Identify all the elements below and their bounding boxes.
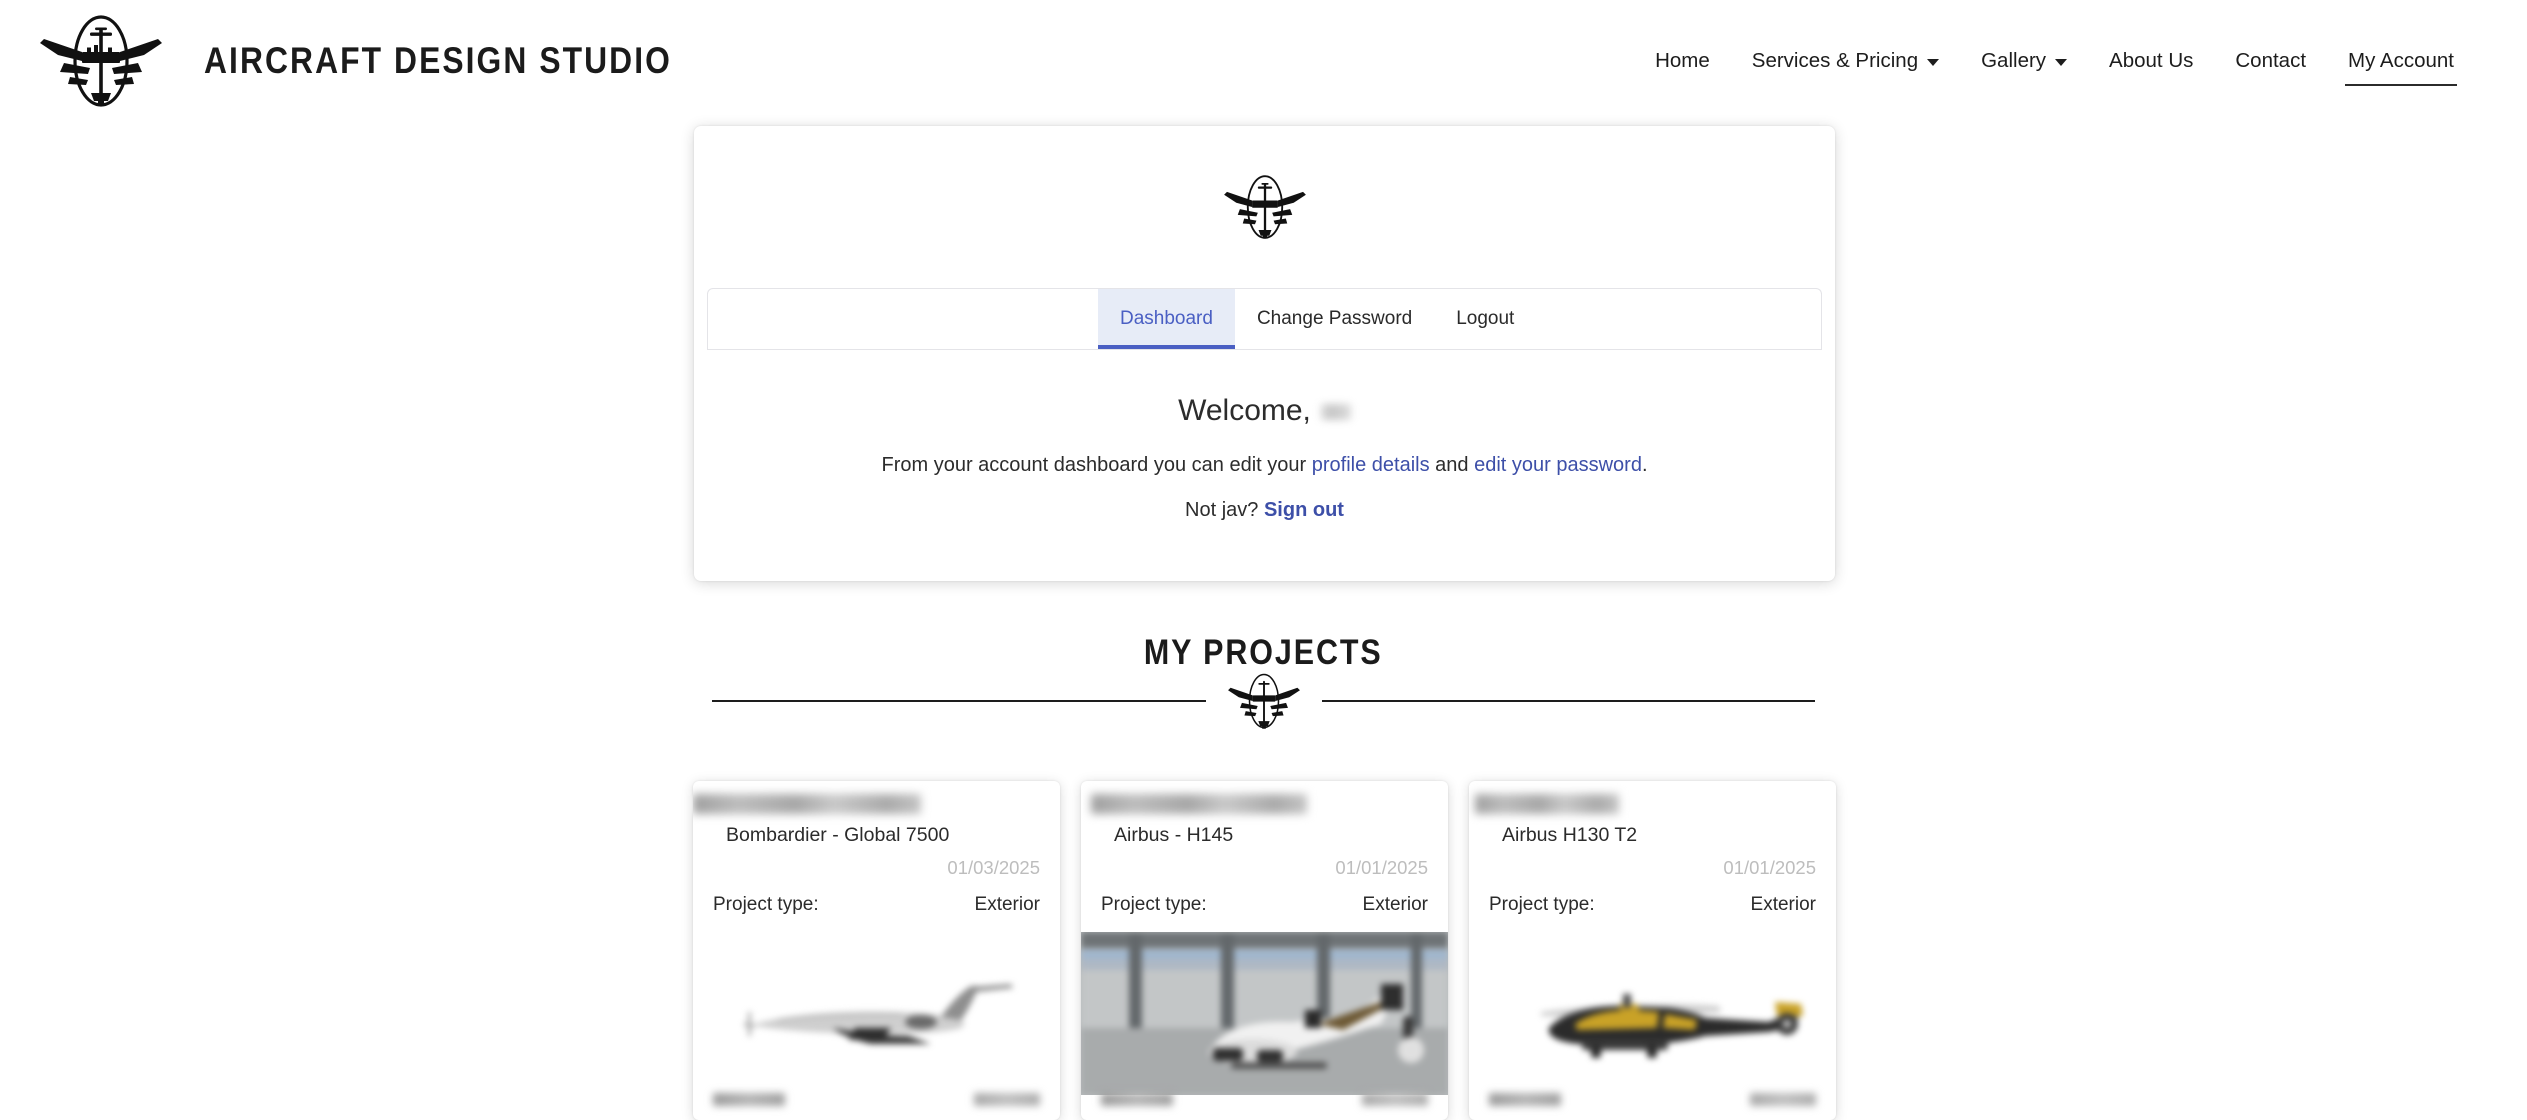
project-password-value-redacted <box>974 1093 1040 1106</box>
main-nav: Home Services & Pricing Gallery About Us… <box>1634 0 2475 122</box>
project-title-redacted <box>1081 794 1448 820</box>
nav-item-about-us[interactable]: About Us <box>2088 0 2214 122</box>
project-title-redacted <box>693 794 1060 820</box>
project-thumbnail[interactable] <box>693 932 1060 1095</box>
chevron-down-icon <box>2055 59 2068 66</box>
nav-item-gallery[interactable]: Gallery <box>1960 0 2088 122</box>
sign-out-link[interactable]: Sign out <box>1264 499 1344 521</box>
chevron-down-icon <box>1927 59 1940 66</box>
project-password-value-redacted <box>1362 1093 1428 1106</box>
project-password-label-redacted <box>1101 1093 1173 1106</box>
welcome-heading: Welcome, <box>694 394 1835 428</box>
nav-label: Services & Pricing <box>1751 49 1919 72</box>
account-tabs: Dashboard Change Password Logout <box>707 288 1822 349</box>
projects-grid: Bombardier - Global 7500 01/03/2025 Proj… <box>693 781 1836 1120</box>
tab-logout[interactable]: Logout <box>1434 289 1536 349</box>
project-password-label-redacted <box>1489 1093 1561 1106</box>
project-date: 01/03/2025 <box>947 857 1040 878</box>
project-thumbnail[interactable] <box>1469 932 1836 1095</box>
signout-prefix: Not jav? <box>1185 499 1259 521</box>
project-password-label-redacted <box>713 1093 785 1106</box>
signout-line: Not jav? Sign out <box>694 499 1835 522</box>
helicopter-in-hangar-icon <box>1081 932 1448 1095</box>
description-end: . <box>1641 454 1648 476</box>
project-type-label: Project type: <box>1101 894 1207 915</box>
project-card-body: Airbus H130 T2 01/01/2025 Project type: … <box>1469 824 1836 916</box>
projects-heading: MY PROJECTS <box>0 633 2527 673</box>
nav-item-my-account[interactable]: My Account <box>2327 0 2475 122</box>
divider-line-right <box>1321 700 1815 702</box>
project-card[interactable]: Airbus - H145 01/01/2025 Project type: E… <box>1081 781 1448 1120</box>
business-jet-side-view-icon <box>743 984 1013 1044</box>
project-card-body: Airbus - H145 01/01/2025 Project type: E… <box>1081 824 1448 916</box>
project-type-label: Project type: <box>713 894 819 915</box>
brand-name: AIRCRAFT DESIGN STUDIO <box>204 40 672 81</box>
project-card[interactable]: Airbus H130 T2 01/01/2025 Project type: … <box>1469 781 1836 1120</box>
nav-item-contact[interactable]: Contact <box>2214 0 2327 122</box>
project-type-value: Exterior <box>1750 894 1816 915</box>
project-type-value: Exterior <box>1362 894 1428 915</box>
projects-divider <box>712 672 1815 730</box>
project-password-row-redacted <box>1101 1093 1428 1106</box>
nav-label: Gallery <box>1981 49 2047 72</box>
tab-label: Logout <box>1456 308 1515 329</box>
welcome-prefix: Welcome, <box>1178 394 1311 427</box>
project-model: Airbus H130 T2 <box>1502 824 1638 846</box>
project-card[interactable]: Bombardier - Global 7500 01/03/2025 Proj… <box>693 781 1060 1120</box>
winged-aircraft-logo-icon <box>1227 673 1300 729</box>
site-header: AIRCRAFT DESIGN STUDIO Home Services & P… <box>0 0 2527 122</box>
project-date: 01/01/2025 <box>1335 857 1428 878</box>
project-card-body: Bombardier - Global 7500 01/03/2025 Proj… <box>693 824 1060 916</box>
project-password-row-redacted <box>1489 1093 1816 1106</box>
tab-label: Change Password <box>1256 308 1413 329</box>
nav-label: Contact <box>2235 49 2307 72</box>
tab-dashboard[interactable]: Dashboard <box>1098 289 1235 349</box>
project-type-row: Project type: Exterior <box>713 894 1040 916</box>
project-type-row: Project type: Exterior <box>1489 894 1816 916</box>
description-middle: and <box>1435 454 1469 476</box>
account-card-logo-wrap <box>694 126 1835 288</box>
nav-label: My Account <box>2348 49 2454 72</box>
project-model: Airbus - H145 <box>1114 824 1234 846</box>
nav-label: Home <box>1655 49 1710 72</box>
dashboard-tab-panel: Welcome, From your account dashboard you… <box>694 350 1835 522</box>
project-password-value-redacted <box>1750 1093 1816 1106</box>
project-password-row-redacted <box>713 1093 1040 1106</box>
winged-aircraft-logo-icon <box>40 15 162 107</box>
account-dashboard-card: Dashboard Change Password Logout Welcome… <box>694 126 1835 581</box>
divider-line-left <box>712 700 1206 702</box>
project-title-redacted <box>1469 794 1836 820</box>
black-yellow-helicopter-icon <box>1541 994 1803 1058</box>
nav-label: About Us <box>2109 49 2194 72</box>
projects-heading-text: MY PROJECTS <box>1144 633 1383 673</box>
project-type-row: Project type: Exterior <box>1101 894 1428 916</box>
nav-item-services-pricing[interactable]: Services & Pricing <box>1731 0 1960 122</box>
tab-label: Dashboard <box>1120 308 1213 329</box>
project-type-value: Exterior <box>974 894 1040 915</box>
winged-aircraft-logo-icon <box>1223 175 1306 239</box>
brand[interactable]: AIRCRAFT DESIGN STUDIO <box>38 15 748 107</box>
project-thumbnail[interactable] <box>1081 932 1448 1095</box>
edit-password-link[interactable]: edit your password <box>1474 454 1642 476</box>
tab-change-password[interactable]: Change Password <box>1235 289 1434 349</box>
nav-item-home[interactable]: Home <box>1634 0 1731 122</box>
project-type-label: Project type: <box>1489 894 1595 915</box>
description-before: From your account dashboard you can edit… <box>881 454 1307 476</box>
welcome-username-redacted <box>1320 404 1351 420</box>
project-date: 01/01/2025 <box>1723 857 1816 878</box>
project-model: Bombardier - Global 7500 <box>726 824 950 846</box>
dashboard-description: From your account dashboard you can edit… <box>694 454 1835 477</box>
profile-details-link[interactable]: profile details <box>1312 454 1430 476</box>
